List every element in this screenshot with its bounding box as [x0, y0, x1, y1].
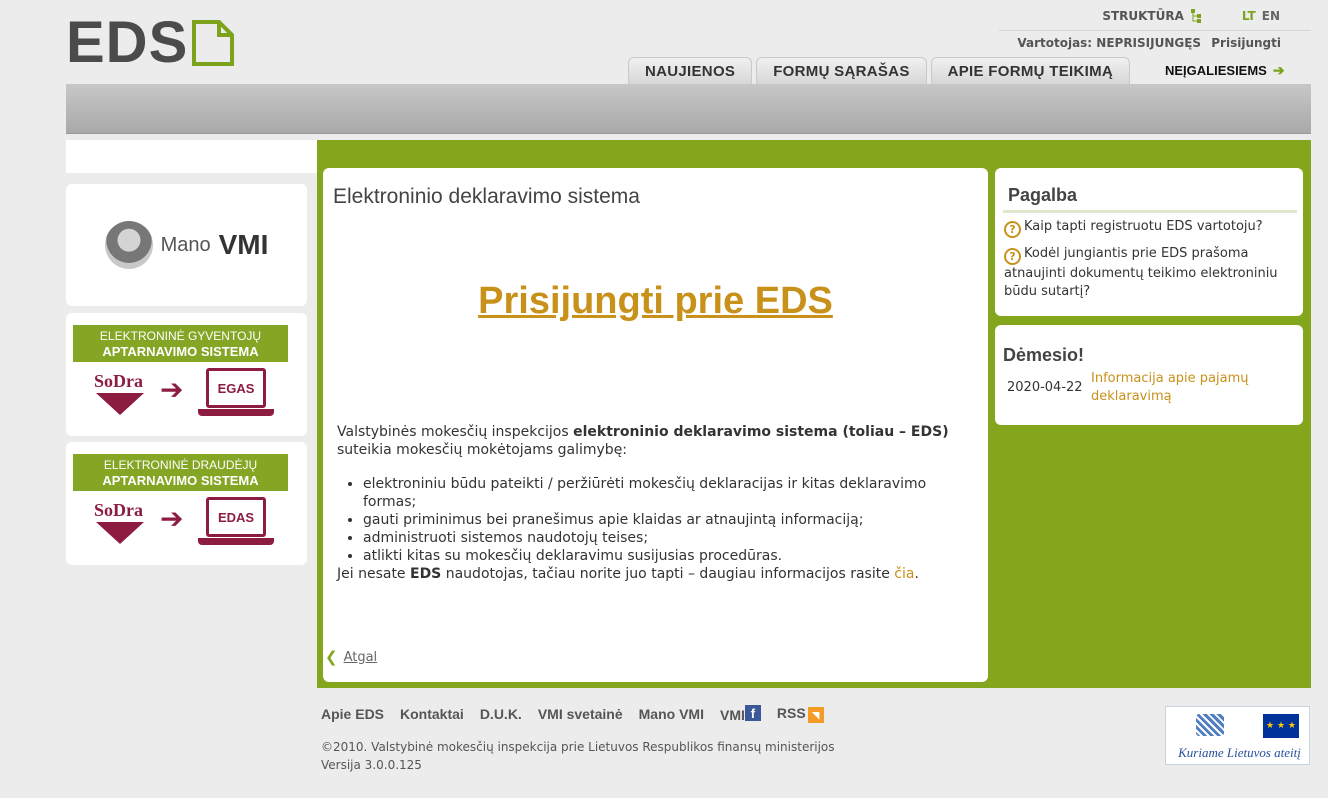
main-nav: NAUJIENOS FORMŲ SĄRAŠAS APIE FORMŲ TEIKI…: [628, 57, 1131, 84]
footer-link-kontaktai[interactable]: Kontaktai: [400, 706, 464, 722]
version-text: Versija 3.0.0.125: [321, 758, 422, 772]
login-eds-link[interactable]: Prisijungti prie EDS: [323, 280, 988, 323]
left-top-strip: [66, 140, 317, 173]
outro-suffix: naudotojas, tačiau norite juo tapti – da…: [441, 566, 895, 582]
intro-suffix: suteikia mokesčių mokėtojams galimybę:: [337, 442, 628, 458]
eu-slogan: Kuriame Lietuvos ateitį: [1178, 745, 1301, 760]
help-panel: Pagalba ? Kaip tapti registruotu EDS vart…: [995, 168, 1303, 316]
attention-panel: Dėmesio! 2020-04-22 Informacija apie paj…: [995, 325, 1303, 425]
footer-link-rss[interactable]: RSS ◥: [777, 705, 824, 723]
eu-flag-icon: ★ ★ ★: [1263, 714, 1299, 738]
mano-vmi-text-1: Mano: [160, 233, 211, 256]
tab-formu-sarasas[interactable]: FORMŲ SĄRAŠAS: [756, 57, 927, 84]
egas-title: ELEKTRONINĖ GYVENTOJŲ APTARNAVIMO SISTEM…: [73, 325, 288, 362]
user-avatar-icon: [104, 221, 153, 269]
copyright-block: ©2010. Valstybinė mokesčių inspekcija pr…: [321, 738, 835, 774]
back-label: Atgal: [343, 649, 378, 665]
sodra-logo-text: SoDra: [94, 371, 143, 391]
egas-line2: APTARNAVIMO SISTEMA: [102, 344, 259, 359]
accessibility-link[interactable]: NEĮGALIESIEMS ➔: [1165, 62, 1285, 79]
user-status: Vartotojas: NEPRISIJUNGĘS Prisijungti: [999, 30, 1311, 50]
here-link[interactable]: čia: [894, 566, 914, 582]
list-item: atlikti kitas su mokesčių deklaravimu su…: [363, 547, 977, 565]
outro-prefix: Jei nesate: [337, 566, 410, 582]
logo-text: EDS: [66, 10, 189, 75]
laptop-icon: EDAS: [206, 497, 266, 537]
footer-links: Apie EDS Kontaktai D.U.K. VMI svetainė M…: [321, 705, 824, 723]
header-banner: [66, 84, 1311, 134]
structure-link[interactable]: STRUKTŪRA: [1102, 9, 1184, 23]
footer-link-apie-eds[interactable]: Apie EDS: [321, 706, 384, 722]
list-item: administruoti sistemos naudotojų teises;: [363, 529, 977, 547]
tab-apie-formu-teikima[interactable]: APIE FORMŲ TEIKIMĄ: [930, 57, 1131, 84]
eu-funds-logo[interactable]: ★ ★ ★ Kuriame Lietuvos ateitį: [1165, 706, 1310, 765]
es-funds-icon: [1196, 714, 1224, 736]
intro-bold: elektroninio deklaravimo sistema (toliau…: [573, 424, 949, 440]
help-question-text: Kaip tapti registruotu EDS vartotoju?: [1024, 219, 1263, 234]
eds-logo[interactable]: EDS: [66, 10, 261, 75]
attention-title: Dėmesio!: [1003, 345, 1085, 365]
question-icon: ?: [1004, 248, 1021, 265]
intro-text: Valstybinės mokesčių inspekcijos elektro…: [337, 423, 977, 583]
outro-paragraph: Jei nesate EDS naudotojas, tačiau norite…: [337, 565, 977, 583]
tab-naujienos[interactable]: NAUJIENOS: [628, 57, 753, 84]
laptop-base: [198, 538, 274, 545]
user-label: Vartotojas: NEPRISIJUNGĘS: [1017, 36, 1202, 50]
footer-link-vmi-facebook[interactable]: VMI f: [720, 705, 761, 723]
page-title: Elektroninio deklaravimo sistema: [333, 185, 640, 208]
egas-system-label: EGAS: [217, 380, 255, 396]
lang-en[interactable]: EN: [1262, 9, 1280, 23]
arrow-right-icon: ➔: [160, 373, 184, 406]
laptop-icon: EGAS: [206, 368, 266, 408]
help-question-1[interactable]: ? Kaip tapti registruotu EDS vartotoju?: [1004, 218, 1294, 238]
sodra-logo-icon: [96, 393, 144, 415]
edas-system-label: EDAS: [217, 509, 255, 525]
outro-bold: EDS: [410, 566, 442, 582]
accessibility-label: NEĮGALIESIEMS: [1165, 63, 1267, 78]
login-link[interactable]: Prisijungti: [1211, 36, 1281, 50]
main-panel: Elektroninio deklaravimo sistema Prisiju…: [323, 168, 988, 682]
outro-end: .: [914, 566, 919, 582]
back-link[interactable]: ❮ Atgal: [325, 648, 377, 666]
sodra-logo-text: SoDra: [94, 500, 143, 520]
lang-lt[interactable]: LT: [1242, 9, 1256, 23]
sitemap-icon: [1190, 9, 1201, 23]
egas-banner[interactable]: ELEKTRONINĖ GYVENTOJŲ APTARNAVIMO SISTEM…: [66, 313, 307, 436]
facebook-icon: f: [744, 705, 761, 721]
help-question-2[interactable]: ? Kodėl jungiantis prie EDS prašoma atnau…: [1004, 245, 1294, 301]
help-title: Pagalba: [1008, 185, 1078, 205]
edas-banner[interactable]: ELEKTRONINĖ DRAUDĖJŲ APTARNAVIMO SISTEMA…: [66, 442, 307, 565]
copyright-text: ©2010. Valstybinė mokesčių inspekcija pr…: [321, 740, 835, 754]
vmi-fb-label: VMI: [719, 707, 745, 723]
chevron-left-icon: ❮: [325, 648, 338, 666]
footer-link-vmi-svetaine[interactable]: VMI svetainė: [538, 706, 623, 722]
news-link[interactable]: Informacija apie pajamų deklaravimą: [1091, 370, 1291, 406]
question-icon: ?: [1004, 221, 1021, 238]
help-question-text: Kodėl jungiantis prie EDS prašoma atnauj…: [1004, 246, 1278, 299]
edas-title: ELEKTRONINĖ DRAUDĖJŲ APTARNAVIMO SISTEMA: [73, 454, 288, 491]
news-date: 2020-04-22: [1007, 380, 1083, 395]
mano-vmi-banner[interactable]: Mano VMI: [66, 184, 307, 306]
laptop-base: [198, 409, 274, 416]
document-icon: [192, 20, 235, 66]
rss-label: RSS: [776, 705, 806, 721]
sodra-logo-icon: [96, 522, 144, 544]
egas-line1: ELEKTRONINĖ GYVENTOJŲ: [99, 329, 262, 343]
arrow-right-icon: ➔: [1272, 62, 1285, 78]
mano-vmi-text-2: VMI: [218, 229, 269, 260]
intro-paragraph: Valstybinės mokesčių inspekcijos elektro…: [337, 423, 977, 459]
footer-link-duk[interactable]: D.U.K.: [480, 706, 522, 722]
edas-line2: APTARNAVIMO SISTEMA: [102, 473, 259, 488]
feature-list: elektroniniu būdu pateikti / peržiūrėti …: [361, 475, 977, 565]
rss-icon: ◥: [807, 707, 824, 723]
intro-prefix: Valstybinės mokesčių inspekcijos: [337, 424, 574, 440]
footer-link-mano-vmi[interactable]: Mano VMI: [639, 706, 704, 722]
help-divider: [1003, 210, 1297, 213]
list-item: gauti priminimus bei pranešimus apie kla…: [363, 511, 977, 529]
top-utility-bar: STRUKTŪRA LT EN: [1102, 8, 1280, 24]
arrow-right-icon: ➔: [160, 502, 184, 535]
list-item: elektroniniu būdu pateikti / peržiūrėti …: [363, 475, 977, 511]
edas-line1: ELEKTRONINĖ DRAUDĖJŲ: [103, 458, 258, 472]
